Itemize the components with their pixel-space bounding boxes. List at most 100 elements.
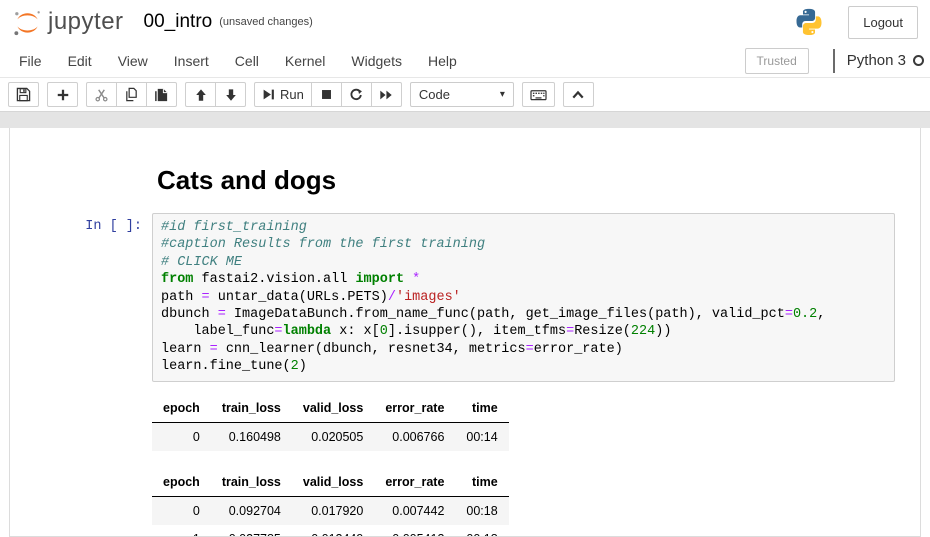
menu-insert[interactable]: Insert [161, 44, 222, 77]
cell-type-value: Code [419, 87, 450, 102]
keyboard-icon [530, 87, 547, 102]
jupyter-wordmark: jupyter [48, 8, 124, 36]
chevron-down-icon: ▾ [500, 89, 505, 100]
interrupt-kernel-button[interactable] [311, 82, 342, 107]
save-icon [16, 87, 31, 102]
cell-type-select[interactable]: Code ▾ [410, 82, 514, 107]
table-column-header: train_loss [211, 468, 292, 497]
table-row: 10.0277850.0124490.00541300:18 [152, 525, 509, 537]
table-column-header: valid_loss [292, 394, 374, 423]
scissors-icon [94, 87, 109, 102]
table-cell: 0 [152, 496, 211, 525]
python-logo-icon [794, 7, 824, 37]
jupyter-logo-icon [12, 7, 43, 38]
table-cell: 0.092704 [211, 496, 292, 525]
table-cell: 0.160498 [211, 422, 292, 451]
markdown-prompt-spacer [10, 165, 152, 213]
autosave-status: (unsaved changes) [219, 16, 313, 28]
trusted-badge[interactable]: Trusted [745, 48, 809, 74]
table-header-row: epochtrain_lossvalid_losserror_ratetime [152, 468, 509, 497]
kernel-name: Python 3 [847, 52, 906, 69]
table-cell: 0.006766 [374, 422, 455, 451]
stop-icon [320, 88, 333, 101]
paste-icon [154, 87, 169, 102]
code-cell[interactable]: In [ ]: #id first_training#caption Resul… [10, 213, 920, 537]
code-line: learn.fine_tune(2) [161, 358, 886, 375]
table-column-header: error_rate [374, 468, 455, 497]
notebook-title[interactable]: 00_intro [144, 11, 213, 33]
plus-icon [56, 88, 70, 102]
table-cell: 00:14 [455, 422, 508, 451]
input-prompt: In [ ]: [10, 213, 152, 537]
code-line: #caption Results from the first training [161, 236, 886, 253]
arrow-up-icon [194, 88, 208, 102]
header-right: Logout [794, 6, 918, 39]
code-line: learn = cnn_learner(dbunch, resnet34, me… [161, 341, 886, 358]
code-line: label_func=lambda x: x[0].isupper(), ite… [161, 323, 886, 340]
table-cell: 0.005413 [374, 525, 455, 537]
markdown-cell[interactable]: Cats and dogs [10, 165, 920, 213]
code-line: from fastai2.vision.all import * [161, 271, 886, 288]
insert-cell-below-button[interactable] [47, 82, 78, 107]
kernel-idle-icon [913, 55, 924, 66]
table-column-header: epoch [152, 468, 211, 497]
menu-view[interactable]: View [105, 44, 161, 77]
restart-run-all-button[interactable] [371, 82, 402, 107]
table-row: 00.1604980.0205050.00676600:14 [152, 422, 509, 451]
code-editor[interactable]: #id first_training#caption Results from … [152, 213, 895, 382]
code-lines: #id first_training#caption Results from … [161, 219, 886, 376]
restart-kernel-button[interactable] [341, 82, 372, 107]
table-row: 00.0927040.0179200.00744200:18 [152, 496, 509, 525]
run-button-label: Run [280, 87, 304, 102]
menu-help[interactable]: Help [415, 44, 470, 77]
command-palette-button[interactable] [522, 82, 555, 107]
training-results-table-1: epochtrain_lossvalid_losserror_ratetime0… [152, 394, 509, 451]
cut-cell-button[interactable] [86, 82, 117, 107]
table-header-row: epochtrain_lossvalid_losserror_ratetime [152, 394, 509, 423]
code-line: # CLICK ME [161, 254, 886, 271]
table-column-header: valid_loss [292, 468, 374, 497]
arrow-down-icon [224, 88, 238, 102]
run-button-group: Run [254, 82, 402, 107]
move-cell-button-group [185, 82, 246, 107]
menubar: File Edit View Insert Cell Kernel Widget… [0, 44, 930, 78]
menu-edit[interactable]: Edit [55, 44, 105, 77]
menu-widgets[interactable]: Widgets [338, 44, 415, 77]
logout-button[interactable]: Logout [848, 6, 918, 39]
fast-forward-icon [379, 88, 393, 102]
table-cell: 0.012449 [292, 525, 374, 537]
menu-kernel[interactable]: Kernel [272, 44, 338, 77]
code-line: dbunch = ImageDataBunch.from_name_func(p… [161, 306, 886, 323]
move-cell-down-button[interactable] [215, 82, 246, 107]
toolbar-chevron-up-button[interactable] [563, 82, 594, 107]
table-cell: 1 [152, 525, 211, 537]
clipboard-button-group [86, 82, 177, 107]
table-cell: 0.007442 [374, 496, 455, 525]
training-results-table-2: epochtrain_lossvalid_losserror_ratetime0… [152, 468, 509, 537]
notebook-container: Cats and dogs In [ ]: #id first_training… [9, 128, 921, 537]
table-cell: 0 [152, 422, 211, 451]
table-column-header: train_loss [211, 394, 292, 423]
kernel-divider [833, 49, 835, 73]
chevron-up-icon [571, 89, 585, 101]
code-line: path = untar_data(URLs.PETS)/'images' [161, 289, 886, 306]
code-line: #id first_training [161, 219, 886, 236]
move-cell-up-button[interactable] [185, 82, 216, 107]
copy-cell-button[interactable] [116, 82, 147, 107]
table-cell: 00:18 [455, 496, 508, 525]
paste-cell-button[interactable] [146, 82, 177, 107]
menu-file[interactable]: File [6, 44, 55, 77]
run-cell-button[interactable]: Run [254, 82, 312, 107]
save-button[interactable] [8, 82, 39, 107]
table-cell: 0.020505 [292, 422, 374, 451]
section-heading: Cats and dogs [152, 165, 895, 196]
menu-cell[interactable]: Cell [222, 44, 272, 77]
cell-output-area: epochtrain_lossvalid_losserror_ratetime0… [152, 394, 895, 537]
jupyter-logo[interactable]: jupyter [12, 7, 124, 38]
table-column-header: epoch [152, 394, 211, 423]
table-cell: 0.027785 [211, 525, 292, 537]
table-column-header: time [455, 394, 508, 423]
restart-icon [349, 88, 363, 102]
toolbar: Run Code ▾ [0, 78, 930, 111]
notebook-header: jupyter 00_intro (unsaved changes) Logou… [0, 0, 930, 44]
